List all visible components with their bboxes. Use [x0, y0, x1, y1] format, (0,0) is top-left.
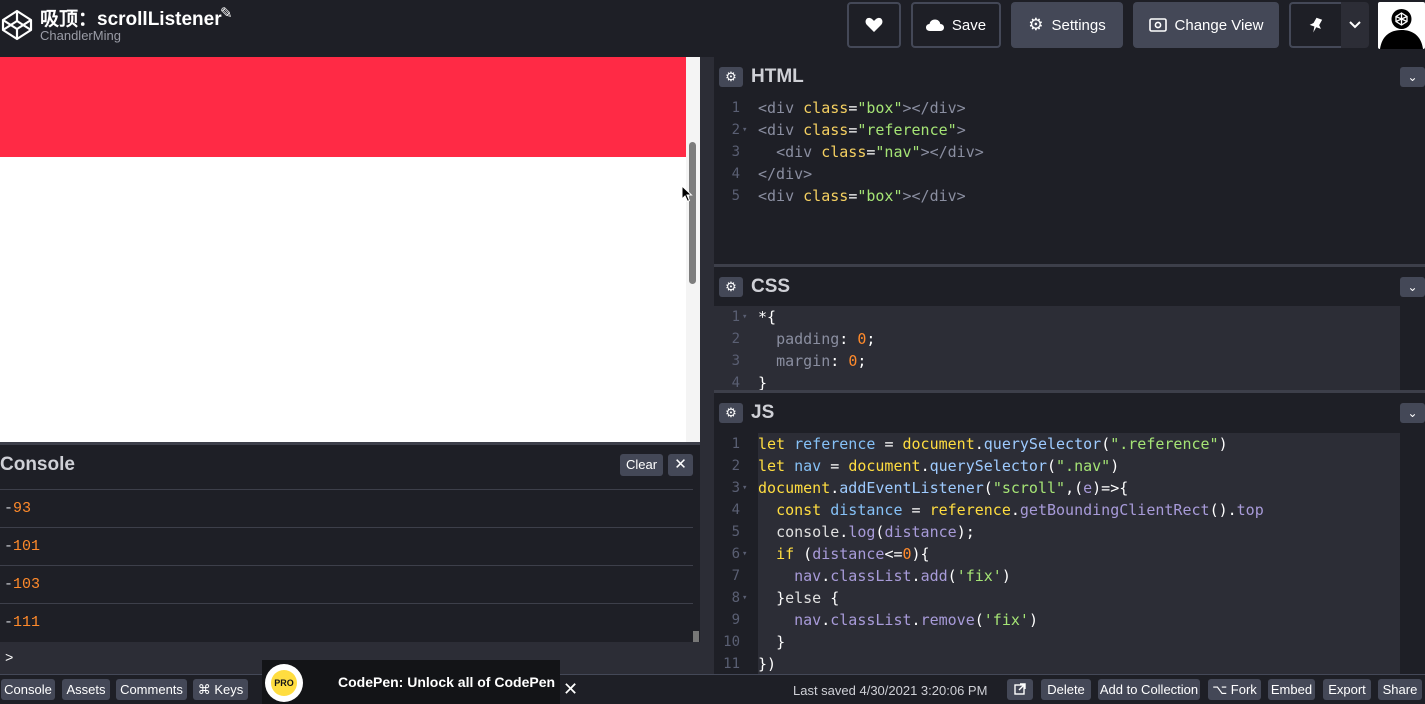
pin-icon [1309, 17, 1323, 33]
console-header: Console Clear ✕ [0, 445, 700, 489]
console-panel: Console Clear ✕ -93 -101 -103 -111 > [0, 442, 700, 677]
fork-icon: ⌥ [1212, 682, 1231, 697]
chevron-down-icon [1349, 21, 1361, 29]
keys-button[interactable]: ⌘ Keys [193, 679, 248, 700]
css-editor[interactable]: ⚙ CSS ⌄ 1 ▾ *{ 2 padding: 0; 3 margin: 0; … [714, 264, 1425, 390]
share-button[interactable]: Share [1378, 679, 1422, 700]
heart-icon [865, 17, 883, 32]
pen-author[interactable]: ChandlerMing [40, 28, 121, 43]
cloud-icon [925, 19, 944, 31]
html-editor-title: HTML [751, 66, 804, 87]
like-button[interactable] [847, 2, 901, 48]
js-code[interactable]: 1 let reference = document.querySelector(… [714, 433, 1425, 675]
css-code[interactable]: 1 ▾ *{ 2 padding: 0; 3 margin: 0; 4} [714, 306, 1400, 390]
html-code[interactable]: 1 <div class="box"></div> 2 ▾ <div class="r… [714, 97, 1425, 207]
console-line: -103 [0, 565, 693, 603]
change-view-button[interactable]: Change View [1133, 2, 1279, 48]
js-editor-title: JS [751, 402, 775, 423]
avatar[interactable] [1378, 2, 1425, 49]
gear-icon[interactable]: ⚙ [719, 277, 743, 297]
css-editor-title: CSS [751, 276, 791, 297]
preview-pane[interactable] [0, 57, 700, 442]
console-output: -93 -101 -103 -111 [0, 489, 693, 641]
chevron-down-icon[interactable]: ⌄ [1400, 277, 1425, 297]
comments-button[interactable]: Comments [116, 679, 187, 700]
pin-button[interactable] [1289, 2, 1341, 48]
console-line: -101 [0, 527, 693, 565]
external-link-icon[interactable] [1007, 679, 1033, 700]
pane-resizer[interactable] [700, 57, 714, 674]
js-editor[interactable]: ⚙ JS ⌄ 1 let reference = document.querySe… [714, 390, 1425, 675]
gear-icon[interactable]: ⚙ [719, 403, 743, 423]
add-to-collection-button[interactable]: Add to Collection [1098, 679, 1200, 700]
pin-dropdown-button[interactable] [1341, 2, 1369, 48]
pen-title[interactable]: 吸顶：scrollListener [40, 9, 222, 30]
eye-icon [1148, 18, 1167, 32]
pencil-icon[interactable]: ✎ [220, 4, 233, 22]
gear-icon[interactable]: ⚙ [719, 67, 743, 87]
preview-box [0, 57, 686, 157]
close-icon[interactable]: ✕ [563, 679, 578, 700]
header-bar: 吸顶：scrollListener ✎ ChandlerMing Save ⚙ … [0, 0, 1425, 57]
pro-promo-banner[interactable]: PRO CodePen: Unlock all of CodePen [262, 660, 560, 704]
mouse-cursor-icon [681, 185, 693, 203]
export-button[interactable]: Export [1323, 679, 1371, 700]
console-title: Console [0, 454, 75, 475]
html-editor[interactable]: ⚙ HTML ⌄ 1 <div class="box"></div> 2 ▾ <div… [714, 57, 1425, 264]
console-line: -93 [0, 489, 693, 527]
chevron-down-icon[interactable]: ⌄ [1400, 403, 1425, 423]
save-label: Save [951, 16, 987, 34]
assets-button[interactable]: Assets [62, 679, 110, 700]
console-toggle-button[interactable]: Console [1, 679, 55, 700]
avatar-icon [1380, 9, 1423, 49]
codepen-logo-icon[interactable] [0, 8, 34, 42]
preview-scrollbar-thumb[interactable] [689, 142, 696, 284]
settings-label: Settings [1051, 16, 1106, 34]
promo-text: CodePen: Unlock all of CodePen [338, 674, 556, 690]
footer-bar: Console Assets Comments ⌘ Keys Last save… [0, 674, 1425, 704]
settings-button[interactable]: ⚙ Settings [1011, 2, 1123, 48]
chevron-down-icon[interactable]: ⌄ [1400, 67, 1425, 87]
pro-badge-icon: PRO [265, 664, 303, 702]
save-button[interactable]: Save [911, 2, 1001, 48]
last-saved-status: Last saved 4/30/2021 3:20:06 PM [793, 683, 988, 698]
delete-button[interactable]: Delete [1041, 679, 1091, 700]
close-icon[interactable]: ✕ [668, 454, 693, 476]
console-clear-button[interactable]: Clear [620, 454, 663, 476]
embed-button[interactable]: Embed [1268, 679, 1315, 700]
fork-button[interactable]: ⌥ Fork [1208, 679, 1261, 700]
console-line: -111 [0, 603, 693, 641]
change-view-label: Change View [1174, 16, 1264, 34]
gear-icon: ⚙ [1028, 15, 1044, 34]
